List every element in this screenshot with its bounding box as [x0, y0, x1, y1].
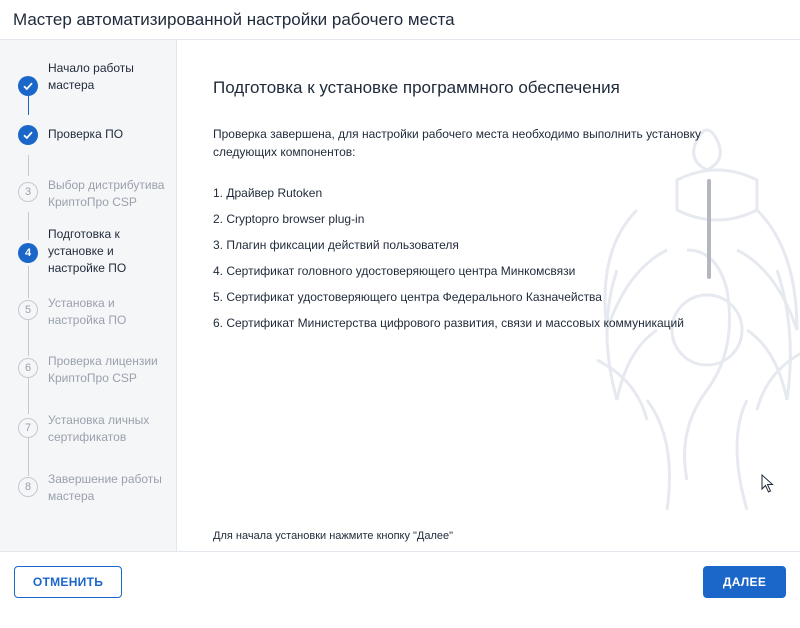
wizard-window: Мастер автоматизированной настройки рабо… [0, 0, 800, 628]
step-label: Установка личных сертификатов [48, 413, 150, 444]
step-number: 6 [18, 358, 38, 378]
step-label: Подготовка к установке и настройке ПО [48, 227, 127, 275]
window-header: Мастер автоматизированной настройки рабо… [0, 0, 800, 40]
step-number: 7 [18, 418, 38, 438]
step-connector [28, 376, 29, 414]
step-connector [28, 266, 29, 298]
list-item: 6. Сертификат Министерства цифрового раз… [213, 316, 684, 330]
list-scrollbar[interactable] [707, 179, 711, 279]
components-list: 1. Драйвер Rutoken 2. Cryptopro browser … [213, 185, 684, 341]
step-label: Выбор дистрибутива КриптоПро CSP [48, 178, 165, 209]
step-connector [28, 434, 29, 476]
list-item: 5. Сертификат удостоверяющего центра Фед… [213, 290, 602, 304]
step-number: 3 [18, 182, 38, 202]
step-number: 4 [18, 243, 38, 263]
step-connector [28, 96, 29, 115]
list-item: 2. Cryptopro browser plug-in [213, 212, 365, 226]
window-title: Мастер автоматизированной настройки рабо… [13, 10, 455, 29]
list-item: 4. Сертификат головного удостоверяющего … [213, 264, 576, 278]
mouse-pointer-icon [761, 474, 774, 493]
step-label: Установка и настройка ПО [48, 296, 127, 327]
footer-note: Для начала установки нажмите кнопку "Дал… [213, 530, 454, 542]
step-label: Начало работы мастера [48, 61, 134, 92]
step-connector [28, 318, 29, 356]
page-title: Подготовка к установке программного обес… [213, 78, 620, 97]
checkmark-icon [18, 125, 38, 145]
checkmark-icon [18, 76, 38, 96]
steps-sidebar: Начало работы мастера Проверка ПО 3 Выбо… [0, 40, 177, 551]
step-connector [28, 155, 29, 176]
step-label: Завершение работы мастера [48, 472, 162, 503]
step-label: Проверка ПО [48, 127, 124, 141]
list-item: 1. Драйвер Rutoken [213, 186, 323, 200]
step-number: 5 [18, 300, 38, 320]
button-bar: ОТМЕНИТЬ ДАЛЕЕ [0, 551, 800, 628]
next-button[interactable]: ДАЛЕЕ [703, 566, 786, 598]
main-content: Подготовка к установке программного обес… [177, 40, 800, 551]
step-connector [28, 212, 29, 240]
step-label: Проверка лицензии КриптоПро CSP [48, 354, 158, 385]
intro-text: Проверка завершена, для настройки рабоче… [213, 127, 702, 159]
cancel-button[interactable]: ОТМЕНИТЬ [14, 566, 122, 598]
step-number: 8 [18, 477, 38, 497]
list-item: 3. Плагин фиксации действий пользователя [213, 238, 459, 252]
